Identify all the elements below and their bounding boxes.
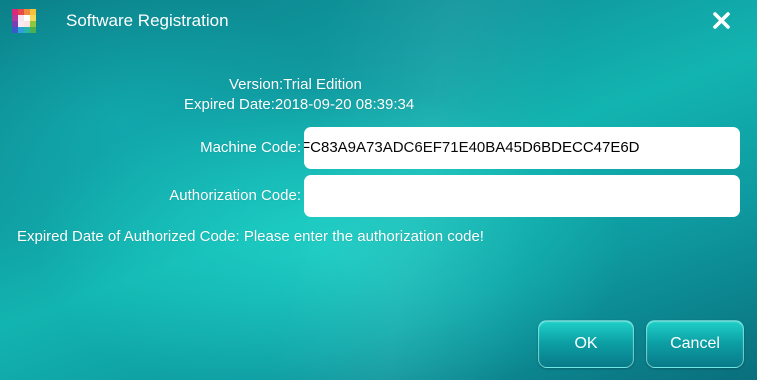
app-color-grid-icon <box>12 9 36 33</box>
expired-date-value: 2018-09-20 08:39:34 <box>274 96 415 113</box>
auth-expired-row: Expired Date of Authorized Code: Please … <box>17 228 484 246</box>
version-value: Trial Edition <box>283 76 362 93</box>
cancel-button[interactable]: Cancel <box>646 320 744 368</box>
ok-button[interactable]: OK <box>538 320 634 368</box>
registration-dialog: Software Registration Version:Trial Edit… <box>0 0 757 380</box>
expired-date-label: Expired Date: <box>184 96 275 113</box>
version-row: Version:Trial Edition <box>229 76 362 94</box>
auth-expired-label: Expired Date of Authorized Code: <box>17 228 240 245</box>
machine-code-field[interactable] <box>304 127 740 169</box>
close-icon <box>713 12 730 29</box>
title-bar: Software Registration <box>0 0 757 42</box>
close-button[interactable] <box>706 6 736 36</box>
expired-date-row: Expired Date:2018-09-20 08:39:34 <box>184 96 414 114</box>
window-title: Software Registration <box>66 11 229 30</box>
machine-code-label: Machine Code: <box>200 139 301 156</box>
authorization-code-input[interactable] <box>304 175 740 217</box>
authorization-code-label: Authorization Code: <box>169 187 301 204</box>
auth-expired-message: Please enter the authorization code! <box>243 228 484 245</box>
version-label: Version: <box>229 76 284 93</box>
